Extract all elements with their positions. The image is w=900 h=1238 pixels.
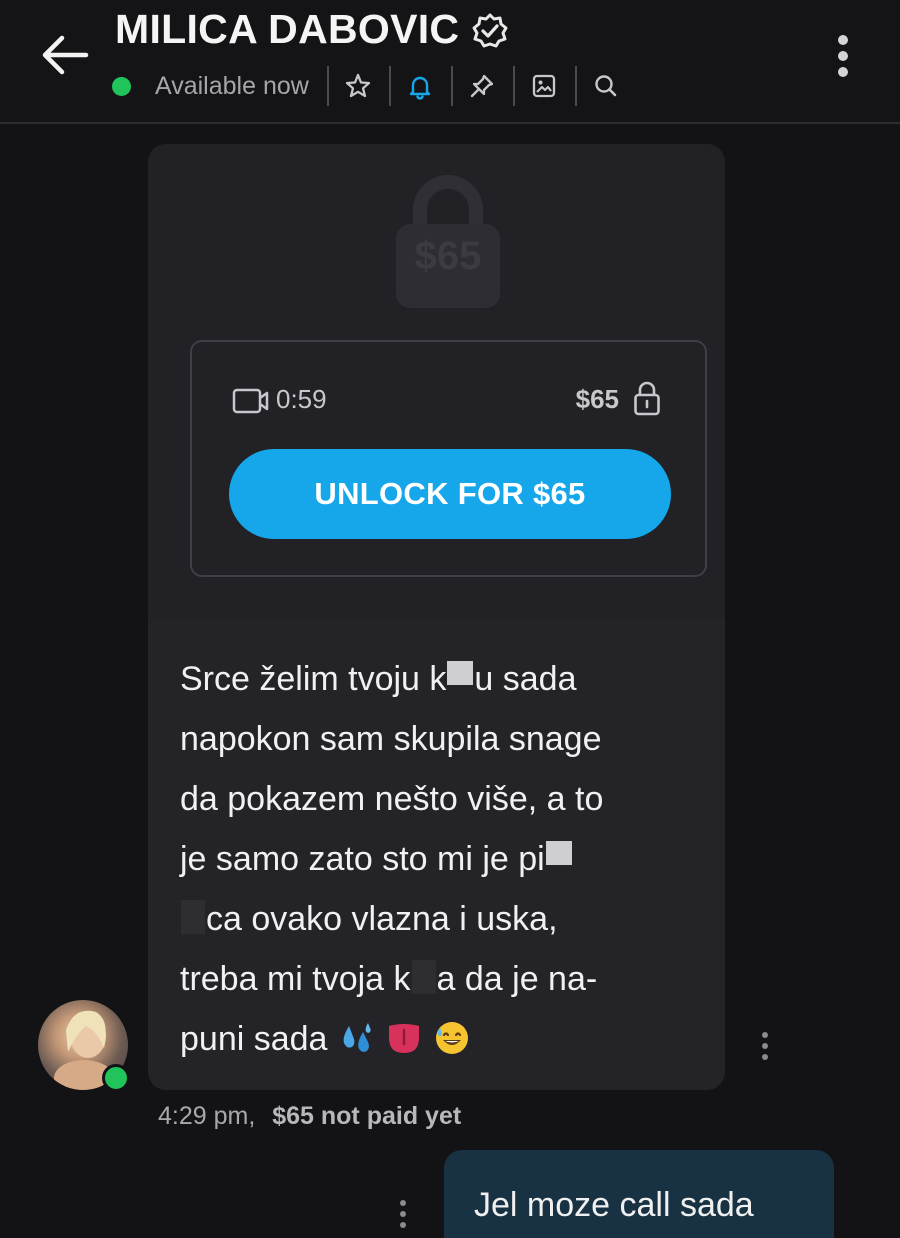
censor-block	[545, 841, 572, 866]
divider	[450, 66, 453, 106]
censor-block	[181, 900, 205, 935]
video-camera-icon	[232, 388, 269, 414]
more-vertical-icon[interactable]	[830, 32, 856, 80]
video-duration: 0:59	[276, 384, 327, 414]
divider	[388, 66, 391, 106]
locked-media-card: 0:59 $65 UNLOCK FOR $65	[190, 340, 707, 577]
message-text-part: a da je na-	[436, 960, 598, 998]
status-toolbar: Available now	[112, 64, 620, 108]
lock-icon	[634, 381, 660, 416]
message-text-part: da pokazem nešto više, a to	[180, 780, 604, 818]
message-options-icon[interactable]	[396, 1198, 410, 1230]
message-text-part: Srce želim tvoju k	[180, 660, 447, 698]
message-line: puni sada	[180, 1009, 700, 1069]
star-icon[interactable]	[344, 72, 372, 100]
search-icon[interactable]	[592, 72, 620, 100]
chat-header: MILICA DABOVIC Available now	[0, 0, 900, 124]
message-timestamp: 4:29 pm,	[158, 1102, 256, 1130]
unlock-button[interactable]: UNLOCK FOR $65	[229, 449, 671, 539]
message-line: Srce želim tvoju k u sada	[180, 649, 700, 709]
message-text-part: u sada	[474, 660, 577, 698]
censor-block	[411, 960, 436, 995]
arrow-left-icon	[42, 35, 89, 75]
outgoing-message-text: Jel moze call sada	[474, 1186, 754, 1224]
payment-status: $65 not paid yet	[272, 1102, 462, 1130]
tongue-icon	[389, 1024, 420, 1054]
message-line: treba mi tvoja k a da je na-	[180, 949, 700, 1009]
media-price: $65	[575, 384, 619, 414]
outgoing-message-bubble: Jel moze call sada	[444, 1150, 834, 1238]
title-row: MILICA DABOVIC	[115, 4, 509, 54]
message-text-part: puni sada	[180, 1020, 328, 1058]
locked-media-preview: $65 0:59 $65 UNLOCK FOR $65	[148, 144, 725, 619]
message-text: Srce želim tvoju k u sada napokon sam sku…	[180, 649, 700, 1069]
message-line: je samo zato sto mi je pi	[180, 829, 700, 889]
sweat-droplets-icon	[343, 1023, 371, 1052]
back-button[interactable]	[38, 30, 92, 80]
message-text-part: ca ovako vlazna i uska,	[206, 900, 558, 938]
message-text-part: napokon sam skupila snage	[180, 720, 602, 758]
message-text-part: treba mi tvoja k	[180, 960, 411, 998]
message-meta: 4:29 pm, $65 not paid yet	[158, 1102, 461, 1131]
message-line: ca ovako vlazna i uska,	[180, 889, 700, 949]
divider	[326, 66, 329, 106]
online-indicator	[102, 1064, 130, 1092]
gallery-icon[interactable]	[530, 72, 558, 100]
divider	[512, 66, 515, 106]
message-options-icon[interactable]	[758, 1030, 772, 1062]
chat-screen: MILICA DABOVIC Available now $65 0:59 $6…	[0, 0, 900, 1238]
grinning-sweat-icon	[435, 1022, 468, 1055]
verified-badge-icon	[472, 13, 508, 48]
online-indicator	[112, 76, 131, 96]
background-price: $65	[414, 234, 482, 278]
censor-block	[447, 661, 474, 686]
divider	[574, 66, 577, 106]
availability-status: Available now	[155, 71, 309, 100]
message-text-part: je samo zato sto mi je pi	[180, 840, 545, 878]
page-title[interactable]: MILICA DABOVIC	[115, 6, 459, 53]
message-line: napokon sam skupila snage	[180, 709, 700, 769]
incoming-message-bubble: $65 0:59 $65 UNLOCK FOR $65 Srce želim t…	[148, 144, 725, 1090]
bell-icon[interactable]	[406, 72, 434, 100]
message-line: da pokazem nešto više, a to	[180, 769, 700, 829]
pin-icon[interactable]	[468, 72, 496, 100]
